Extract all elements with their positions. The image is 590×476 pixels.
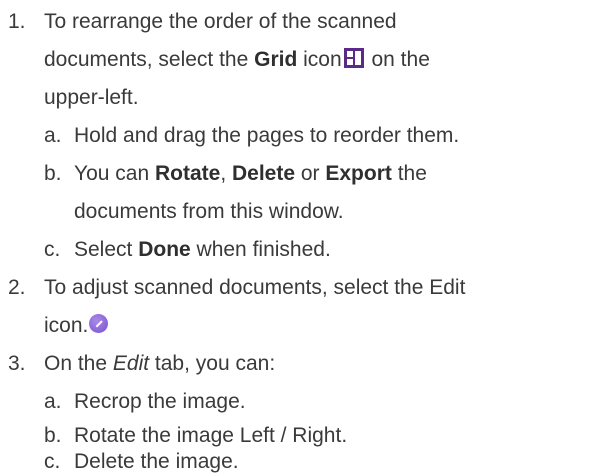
step-1b-t4: the	[391, 162, 427, 185]
export-label: Export	[325, 162, 392, 185]
step-3-text: On the Edit tab, you can:	[44, 350, 275, 378]
edit-tab-label: Edit	[112, 352, 150, 375]
step-1a-text: Hold and drag the pages to reorder them.	[74, 124, 460, 147]
rotate-label: Rotate	[154, 162, 221, 185]
step-1-number: 1.	[8, 10, 26, 33]
step-1a-marker: a.	[44, 124, 62, 147]
step-1-line-2: documents, select the Grid icon on the	[44, 46, 430, 74]
step-1c-text: Select Done when finished.	[74, 236, 331, 264]
step-1c-t1: Select	[74, 238, 139, 261]
done-label: Done	[138, 238, 191, 261]
grid-label: Grid	[254, 48, 298, 71]
step-3-text-b: tab, you can:	[149, 352, 276, 375]
step-1-text-c: on the	[365, 48, 430, 71]
instruction-document: 1. To rearrange the order of the scanned…	[0, 0, 590, 476]
delete-label: Delete	[231, 162, 296, 185]
step-3c-text: Delete the image.	[74, 450, 239, 473]
step-3b-text: Rotate the image Left / Right.	[74, 424, 348, 447]
step-2-line-2: icon.	[44, 312, 109, 340]
step-1-text-a: documents, select the	[44, 48, 255, 71]
step-1b-t3: or	[295, 162, 326, 185]
step-3b-marker: b.	[44, 424, 62, 447]
grid-icon	[343, 48, 364, 68]
step-1b-t2: ,	[220, 162, 232, 185]
step-1c-t2: when finished.	[190, 238, 331, 261]
step-1b-t1: You can	[74, 162, 155, 185]
step-2-text: To adjust scanned documents, select the …	[44, 276, 466, 299]
step-1-text-b: icon	[297, 48, 342, 71]
step-1b-text: You can Rotate, Delete or Export the	[74, 160, 427, 188]
step-3-number: 3.	[8, 352, 26, 375]
step-1-text: To rearrange the order of the scanned	[44, 10, 397, 33]
step-3-text-a: On the	[44, 352, 113, 375]
edit-icon	[89, 314, 109, 333]
step-3a-marker: a.	[44, 390, 62, 413]
step-3c-marker: c.	[44, 450, 61, 473]
step-1b-line-2: documents from this window.	[74, 200, 344, 223]
step-1b-marker: b.	[44, 162, 62, 185]
step-1-line-3: upper-left.	[44, 86, 139, 109]
step-1c-marker: c.	[44, 238, 61, 261]
step-2-number: 2.	[8, 276, 26, 299]
step-3a-text: Recrop the image.	[74, 390, 246, 413]
step-2-text-b: icon.	[44, 314, 89, 337]
